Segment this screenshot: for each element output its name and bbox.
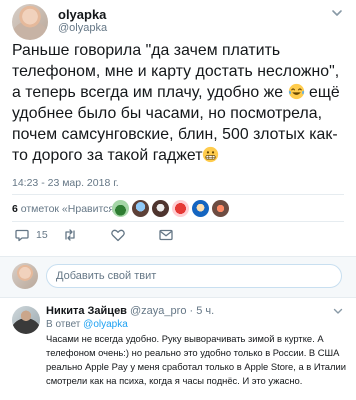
liker-avatar[interactable] — [152, 200, 169, 217]
in-reply-to-link[interactable]: @olyapka — [83, 319, 128, 330]
reply-author-avatar[interactable] — [12, 306, 40, 334]
likes-count: 6 — [12, 203, 18, 215]
chevron-down-icon[interactable] — [330, 6, 344, 20]
separator-dot: · — [189, 305, 194, 317]
tweet-actions: 15 — [14, 227, 344, 243]
author-name[interactable]: olyapka — [58, 7, 106, 22]
retweet-icon — [65, 229, 75, 241]
liker-avatar[interactable] — [172, 200, 189, 217]
grimacing-emoji — [203, 146, 219, 163]
divider — [12, 221, 344, 222]
author-avatar[interactable] — [12, 4, 48, 40]
retweet-button[interactable] — [62, 227, 78, 243]
current-user-avatar — [12, 263, 38, 289]
message-button[interactable] — [158, 227, 174, 243]
reply-text: Часами не всегда удобно. Руку выворачива… — [46, 333, 346, 386]
like-button[interactable] — [110, 227, 126, 243]
tweet-header: olyapka @olyapka — [12, 4, 344, 40]
liker-avatar[interactable] — [212, 200, 229, 217]
likes-summary[interactable]: 6 отметок «Нравится» — [12, 203, 120, 215]
chevron-down-icon[interactable] — [332, 305, 344, 317]
author-handle[interactable]: @olyapka — [58, 22, 107, 34]
reply-icon — [15, 229, 29, 242]
reply-count: 15 — [36, 229, 48, 241]
tweet-text: Раньше говорила "да зачем платить телефо… — [12, 40, 344, 166]
divider — [12, 194, 344, 195]
likes-row: 6 отметок «Нравится» — [12, 200, 344, 218]
liker-avatar[interactable] — [192, 200, 209, 217]
reply-time[interactable]: 5 ч. — [196, 305, 214, 317]
envelope-icon — [159, 229, 173, 241]
reply-compose-bar: Добавить свой твит — [0, 256, 356, 298]
tweet-timestamp[interactable]: 14:23 - 23 мар. 2018 г. — [12, 177, 119, 189]
reply-button[interactable]: 15 — [14, 227, 48, 243]
in-reply-prefix: В ответ — [46, 319, 81, 330]
heart-icon — [111, 229, 125, 242]
reply-tweet[interactable]: Никита Зайцев @zaya_pro · 5 ч. В ответ @… — [0, 296, 356, 400]
liker-avatar[interactable] — [132, 200, 149, 217]
likes-label: отметок «Нравится» — [20, 203, 120, 215]
reply-author-name[interactable]: Никита Зайцев — [46, 305, 127, 317]
reply-input[interactable]: Добавить свой твит — [46, 264, 342, 288]
reply-header: Никита Зайцев @zaya_pro · 5 ч. — [46, 305, 214, 317]
in-reply-to: В ответ @olyapka — [46, 319, 128, 330]
liker-avatar[interactable] — [112, 200, 129, 217]
laughing-tears-emoji — [288, 83, 304, 100]
reply-author-handle[interactable]: @zaya_pro — [130, 305, 186, 317]
